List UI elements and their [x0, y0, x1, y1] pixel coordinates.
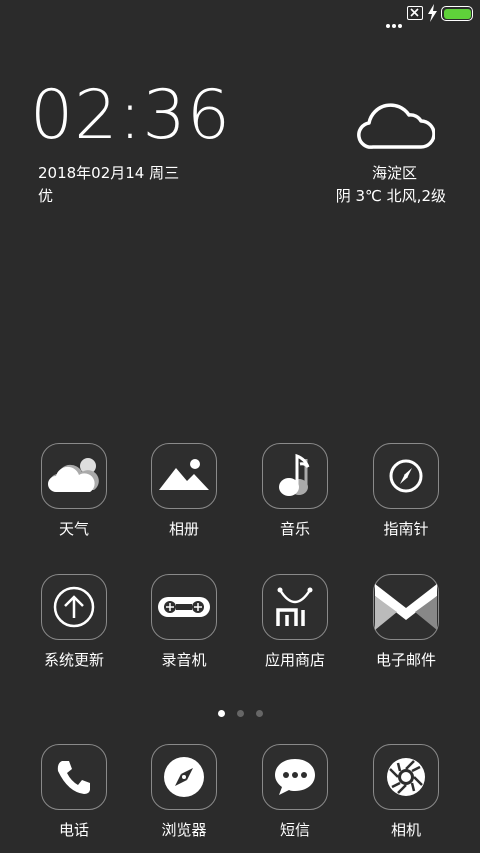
phone-icon: [41, 744, 107, 810]
air-quality: 优: [38, 187, 54, 205]
app-label: 指南针: [383, 520, 429, 538]
no-sim-icon: [407, 6, 423, 20]
app-store[interactable]: 应用商店: [240, 574, 350, 670]
app-label: 短信: [279, 821, 310, 839]
compass-icon: [373, 443, 439, 509]
app-store-icon: [262, 574, 328, 640]
gallery-icon: [151, 443, 217, 509]
app-label: 相机: [390, 821, 421, 839]
weather-icon: [41, 443, 107, 509]
app-weather[interactable]: 天气: [19, 443, 129, 539]
app-label: 相册: [168, 520, 199, 538]
bolt-icon: [428, 4, 437, 26]
weather-location: 海淀区: [371, 164, 417, 182]
app-phone[interactable]: 电话: [19, 744, 129, 840]
weather-description: 阴 3℃ 北风,2级: [335, 187, 446, 205]
app-email[interactable]: 电子邮件: [351, 574, 461, 670]
recorder-icon: [151, 574, 217, 640]
cloud-icon[interactable]: [355, 95, 436, 159]
email-icon: [373, 574, 439, 640]
app-compass[interactable]: 指南针: [351, 443, 461, 539]
page-dot-1[interactable]: [217, 710, 225, 717]
clock-date: 2018年02月14 周三: [38, 164, 180, 182]
clock-time[interactable]: 02:36: [30, 82, 231, 150]
app-label: 录音机: [161, 651, 207, 669]
battery-level-fill: [443, 8, 471, 19]
app-label: 浏览器: [161, 821, 207, 839]
app-label: 音乐: [279, 520, 310, 538]
app-camera[interactable]: 相机: [351, 744, 461, 840]
page-dot-3[interactable]: [255, 710, 263, 717]
status-bar: [0, 0, 480, 28]
messages-icon: [262, 744, 328, 810]
update-icon: [41, 574, 107, 640]
camera-icon: [373, 744, 439, 810]
app-label: 电子邮件: [375, 651, 436, 669]
app-label: 系统更新: [43, 651, 104, 669]
app-music[interactable]: 音乐: [240, 443, 350, 539]
app-messages[interactable]: 短信: [240, 744, 350, 840]
page-indicator[interactable]: [0, 702, 480, 721]
app-system-update[interactable]: 系统更新: [19, 574, 129, 670]
app-label: 天气: [58, 520, 89, 538]
music-icon: [262, 443, 328, 509]
more-dots-icon: [386, 13, 404, 32]
app-recorder[interactable]: 录音机: [129, 574, 239, 670]
browser-icon: [151, 744, 217, 810]
app-label: 应用商店: [264, 651, 325, 669]
app-browser[interactable]: 浏览器: [129, 744, 239, 840]
app-gallery[interactable]: 相册: [129, 443, 239, 539]
battery-icon: [441, 6, 473, 21]
app-label: 电话: [58, 821, 89, 839]
page-dot-2[interactable]: [236, 710, 244, 717]
